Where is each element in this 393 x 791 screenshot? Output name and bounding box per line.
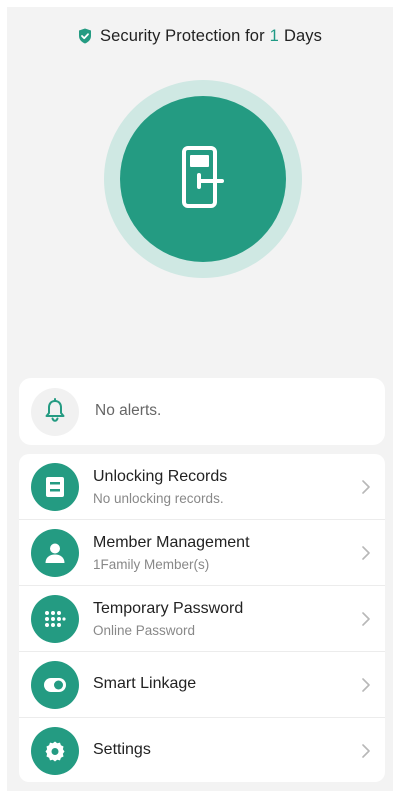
chevron-right-icon (361, 480, 371, 494)
menu-item-title: Unlocking Records (93, 468, 228, 485)
alert-status-text: No alerts. (95, 402, 162, 419)
protection-days-count: 1 (269, 26, 279, 45)
member-icon (31, 529, 79, 577)
alerts-card[interactable]: No alerts. (19, 378, 385, 445)
shield-check-icon (78, 28, 92, 44)
menu-item-settings[interactable]: Settings (19, 718, 385, 782)
menu-item-subtitle: 1Family Member(s) (93, 557, 210, 572)
protection-prefix: Security Protection for (100, 26, 265, 45)
menu-item-title: Settings (93, 741, 151, 758)
menu-list: Unlocking Records No unlocking records. … (19, 454, 385, 782)
bell-icon (44, 397, 66, 427)
menu-item-title: Member Management (93, 534, 250, 551)
menu-item-title: Smart Linkage (93, 675, 197, 692)
lock-status-ring (104, 80, 302, 278)
protection-status: Security Protection for 1 Days (7, 25, 393, 47)
bell-icon-container (31, 388, 79, 436)
chevron-right-icon (361, 744, 371, 758)
toggle-icon (31, 661, 79, 709)
app-screen: Security Protection for 1 Days No alerts… (7, 7, 393, 791)
chevron-right-icon (361, 546, 371, 560)
menu-item-temporary-password[interactable]: Temporary Password Online Password (19, 586, 385, 652)
lock-button[interactable] (120, 96, 286, 262)
menu-item-title: Temporary Password (93, 600, 244, 617)
door-lock-icon (179, 145, 227, 214)
menu-item-subtitle: No unlocking records. (93, 491, 224, 506)
gear-icon (31, 727, 79, 775)
keypad-icon (31, 595, 79, 643)
records-icon (31, 463, 79, 511)
menu-item-unlocking-records[interactable]: Unlocking Records No unlocking records. (19, 454, 385, 520)
protection-suffix: Days (283, 26, 322, 45)
menu-item-member-management[interactable]: Member Management 1Family Member(s) (19, 520, 385, 586)
chevron-right-icon (361, 678, 371, 692)
menu-item-subtitle: Online Password (93, 623, 196, 638)
chevron-right-icon (361, 612, 371, 626)
menu-item-smart-linkage[interactable]: Smart Linkage (19, 652, 385, 718)
